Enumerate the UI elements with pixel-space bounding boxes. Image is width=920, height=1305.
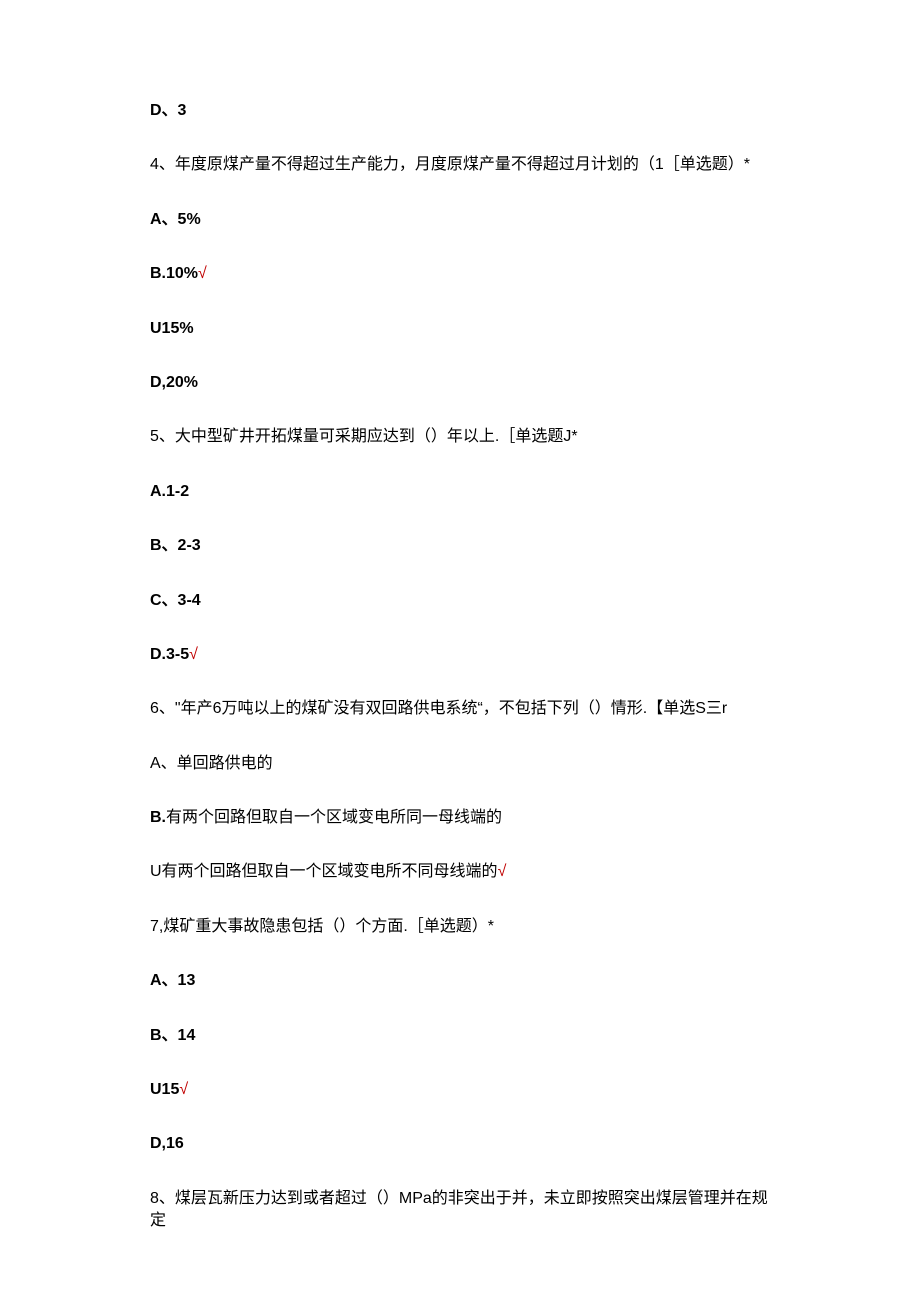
q6-stem: 6、"年产6万吨以上的煤矿没有双回路供电系统“，不包括下列（）情形.【单选S三r xyxy=(150,698,770,720)
q6-option-b: B.有两个回路但取自一个区域变电所同一母线端的 xyxy=(150,807,770,829)
q5-option-a: A.1-2 xyxy=(150,481,770,503)
q6-option-c-text: U有两个回路但取自一个区域变电所不同母线端的 xyxy=(150,863,498,880)
check-mark-icon: √ xyxy=(498,863,507,880)
check-mark-icon: √ xyxy=(179,1081,188,1098)
q5-option-c: C、3-4 xyxy=(150,590,770,612)
document-page: D、3 4、年度原煤产量不得超过生产能力，月度原煤产量不得超过月计划的（1［单选… xyxy=(0,0,920,1305)
q7-stem-text: 7,煤矿重大事故隐患包括（）个方面.［单选题）* xyxy=(150,918,494,935)
q5-stem: 5、大中型矿井开拓煤量可采期应达到（）年以上.［单选题J* xyxy=(150,426,770,448)
q6-option-b-text: 有两个回路但取自一个区域变电所同一母线端的 xyxy=(166,809,502,826)
q4-option-b-text: B.10% xyxy=(150,265,198,282)
q6-option-b-prefix: B. xyxy=(150,809,166,826)
q4-option-b: B.10%√ xyxy=(150,263,770,285)
q7-stem: 7,煤矿重大事故隐患包括（）个方面.［单选题）* xyxy=(150,916,770,938)
q5-option-b: B、2-3 xyxy=(150,535,770,557)
q8-stem: 8、煤层瓦新压力达到或者超过（）MPa的非突出于并，未立即按照突出煤层管理并在规… xyxy=(150,1188,770,1233)
q4-option-c: U15% xyxy=(150,318,770,340)
q6-option-a: A、单回路供电的 xyxy=(150,753,770,775)
q4-stem: 4、年度原煤产量不得超过生产能力，月度原煤产量不得超过月计划的（1［单选题）* xyxy=(150,154,770,176)
q4-stem-text: 4、年度原煤产量不得超过生产能力，月度原煤产量不得超过月计划的（1［单选题）* xyxy=(150,156,750,173)
q7-option-d: D,16 xyxy=(150,1133,770,1155)
q7-option-c: U15√ xyxy=(150,1079,770,1101)
q6-stem-text: 6、"年产6万吨以上的煤矿没有双回路供电系统“，不包括下列（）情形.【单选S三r xyxy=(150,700,727,717)
check-mark-icon: √ xyxy=(189,646,198,663)
q3-option-d: D、3 xyxy=(150,100,770,122)
q6-option-c: U有两个回路但取自一个区域变电所不同母线端的√ xyxy=(150,861,770,883)
q7-option-b: B、14 xyxy=(150,1025,770,1047)
q7-option-a: A、13 xyxy=(150,970,770,992)
q5-option-d-text: D.3-5 xyxy=(150,646,189,663)
q5-stem-text: 5、大中型矿井开拓煤量可采期应达到（）年以上.［单选题J* xyxy=(150,428,578,445)
q8-stem-text: 8、煤层瓦新压力达到或者超过（）MPa的非突出于并，未立即按照突出煤层管理并在规… xyxy=(150,1190,768,1229)
q4-option-a: A、5% xyxy=(150,209,770,231)
check-mark-icon: √ xyxy=(198,265,207,282)
q7-option-c-text: U15 xyxy=(150,1081,179,1098)
q5-option-d: D.3-5√ xyxy=(150,644,770,666)
q4-option-d: D,20% xyxy=(150,372,770,394)
